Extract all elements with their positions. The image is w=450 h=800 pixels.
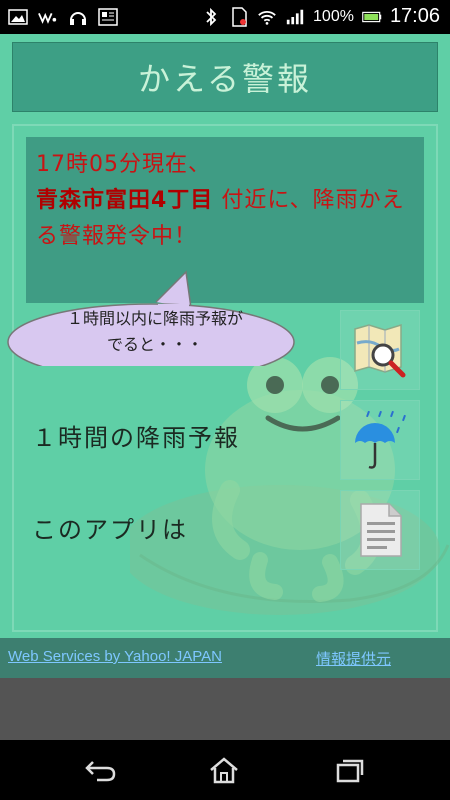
home-icon [210,757,238,784]
provider-link[interactable]: 情報提供元 [316,648,391,669]
bluetooth-off-icon [201,7,221,27]
back-icon [85,761,116,782]
map-search-button[interactable] [340,310,420,390]
rain-forecast-label[interactable]: １時間の降雨予報 [32,418,240,453]
home-button[interactable] [204,754,244,786]
newspaper-icon [98,7,118,27]
credits-bar: Web Services by Yahoo! JAPAN 情報提供元 [0,638,450,678]
headphones-icon [68,7,88,27]
wifi-icon [257,7,277,27]
app-title: かえる警報 [137,60,313,98]
battery-icon [362,7,382,27]
image-icon [8,7,28,27]
map-search-icon [354,323,406,378]
about-app-label[interactable]: このアプリは [32,510,188,545]
warning-message: 17時05分現在、 青森市富田4丁目 付近に、降雨かえる警報発令中！ [36,147,416,255]
status-bar: 100% 17:06 [0,0,450,34]
notice-time: 17時05分現在、 [36,152,211,177]
walkman-icon [38,7,58,27]
rain-forecast-button[interactable] [340,400,420,480]
about-app-button[interactable] [340,490,420,570]
signal-icon [285,7,305,27]
status-right-icons: 100% 17:06 [201,5,440,28]
recent-apps-icon [336,759,364,783]
clock: 17:06 [389,5,440,27]
app-title-bar: かえる警報 [12,42,438,112]
yahoo-credit-link[interactable]: Web Services by Yahoo! JAPAN [8,648,222,665]
umbrella-rain-icon [355,410,406,469]
status-left-icons [8,7,118,27]
back-button[interactable] [80,754,120,786]
recent-apps-button[interactable] [330,754,370,786]
document-icon [360,503,402,557]
notice-location: 青森市富田4丁目 [36,188,214,213]
bubble-text: １時間以内に降雨予報がでると・・・ [66,309,243,354]
ad-area [0,678,450,740]
battery-percent: 100% [313,7,354,25]
navigation-bar [0,740,450,800]
sim-icon [229,6,249,27]
